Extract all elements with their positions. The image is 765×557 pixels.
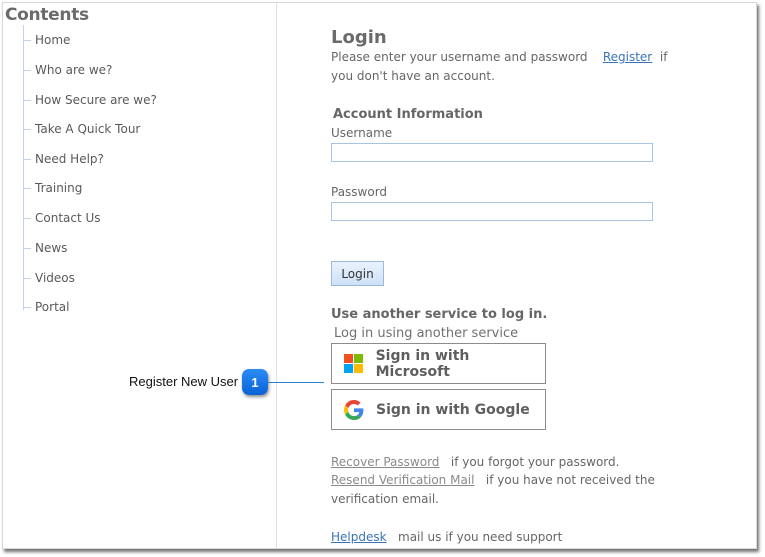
- toc-item-label: Take A Quick Tour: [35, 122, 141, 136]
- helpdesk-text: mail us if you need support: [398, 530, 563, 544]
- toc-item-label: Portal: [35, 300, 70, 314]
- toc-item-label: News: [35, 241, 68, 255]
- toc-item-label: Need Help?: [35, 152, 104, 166]
- microsoft-logo-icon: [344, 353, 364, 374]
- helpdesk-link[interactable]: Helpdesk: [331, 530, 387, 544]
- sign-in-google-button[interactable]: Sign in with Google: [331, 389, 546, 430]
- login-intro: Please enter your username and password …: [331, 50, 667, 64]
- helpdesk-row: Helpdesk mail us if you need support: [331, 530, 562, 544]
- tree-branch: [23, 129, 31, 130]
- tree-branch: [23, 218, 31, 219]
- toc-item-label: Contact Us: [35, 211, 101, 225]
- resend-text: if you have not received the: [485, 473, 655, 487]
- other-service-subheading: Log in using another service: [334, 326, 519, 341]
- microsoft-button-label: Sign in with Microsoft: [375, 347, 470, 380]
- recover-password-link[interactable]: Recover Password: [331, 455, 439, 469]
- intro-suffix: if: [659, 50, 668, 64]
- recover-text: if you forgot your password.: [450, 455, 620, 469]
- callout-connector-line: [268, 382, 324, 383]
- tree-branch: [23, 188, 31, 189]
- google-button-label: Sign in with Google: [376, 401, 530, 418]
- tree-branch: [23, 278, 31, 279]
- callout-label: Register New User: [129, 374, 239, 389]
- sign-in-microsoft-button[interactable]: Sign in with Microsoft: [331, 343, 546, 384]
- register-link[interactable]: Register: [603, 50, 652, 64]
- account-info-heading: Account Information: [333, 107, 483, 122]
- toc-tree-line: [23, 25, 24, 310]
- password-input[interactable]: [331, 202, 653, 221]
- resend-verification-link[interactable]: Resend Verification Mail: [331, 473, 474, 487]
- tree-branch: [23, 40, 31, 41]
- login-button[interactable]: Login: [331, 261, 384, 286]
- resend-row: Resend Verification Mail if you have not…: [331, 473, 655, 487]
- password-label: Password: [331, 185, 388, 199]
- toc-item-label: Who are we?: [35, 63, 113, 77]
- google-logo-icon: [344, 399, 364, 420]
- username-input[interactable]: [331, 143, 653, 162]
- other-service-heading: Use another service to log in.: [331, 307, 548, 322]
- login-intro-line2: you don't have an account.: [331, 69, 495, 83]
- toc-title: Contents: [5, 5, 89, 25]
- pane-divider: [276, 3, 277, 548]
- toc-item-label: Training: [35, 181, 83, 195]
- toc-item-label: Home: [35, 33, 71, 47]
- recover-row: Recover Password if you forgot your pass…: [331, 455, 619, 469]
- tree-branch: [23, 70, 31, 71]
- toc-item-label: Videos: [35, 271, 75, 285]
- tree-branch: [23, 100, 31, 101]
- tree-branch: [23, 159, 31, 160]
- intro-text: Please enter your username and password: [331, 50, 588, 64]
- tree-branch: [23, 248, 31, 249]
- login-title: Login: [331, 27, 387, 48]
- username-label: Username: [331, 126, 393, 140]
- toc-item-label: How Secure are we?: [35, 93, 157, 107]
- tree-branch: [23, 307, 31, 308]
- callout-number-badge: 1: [242, 369, 268, 395]
- resend-text-line2: verification email.: [331, 492, 439, 506]
- help-page-frame: Contents Home Who are we? How Secure are…: [2, 2, 757, 549]
